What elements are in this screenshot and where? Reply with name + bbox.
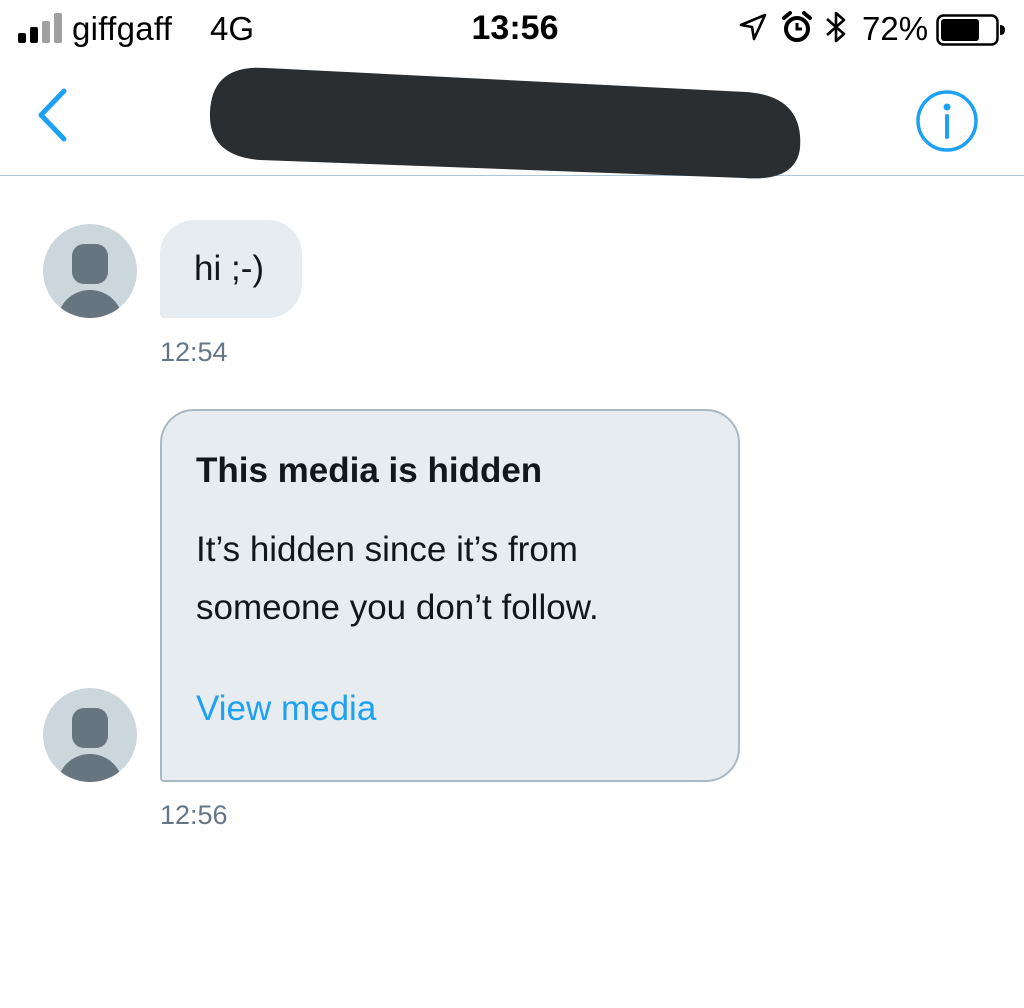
message-timestamp: 12:54 <box>160 337 228 367</box>
message-bubble[interactable]: hi ;-) <box>160 220 302 318</box>
default-avatar-icon <box>72 708 108 748</box>
info-button[interactable] <box>914 88 980 154</box>
view-media-link[interactable]: View media <box>196 689 376 729</box>
chevron-left-icon <box>38 88 67 142</box>
alarm-clock-icon <box>782 11 812 42</box>
location-arrow-icon <box>739 13 767 41</box>
dm-conversation-screen: giffgaff 4G 13:56 72% hi ;-) 12:54 This … <box>0 0 1024 1008</box>
sender-avatar[interactable] <box>43 688 137 782</box>
battery-percentage: 72% <box>862 10 929 47</box>
battery-icon <box>936 14 1005 46</box>
default-avatar-icon <box>72 244 108 284</box>
sender-avatar[interactable] <box>43 224 137 318</box>
bluetooth-icon <box>826 11 846 43</box>
status-bar: giffgaff 4G 13:56 72% <box>0 0 1024 56</box>
redacted-username <box>209 67 801 179</box>
back-button[interactable] <box>28 86 82 144</box>
hidden-media-title: This media is hidden <box>196 451 543 490</box>
message-timestamp: 12:56 <box>160 800 228 830</box>
conversation-header <box>0 56 1024 179</box>
hidden-media-card: This media is hidden It’s hidden since i… <box>160 409 740 782</box>
hidden-media-description: It’s hidden since it’s from someone you … <box>196 530 599 627</box>
info-circle-icon <box>916 90 978 152</box>
